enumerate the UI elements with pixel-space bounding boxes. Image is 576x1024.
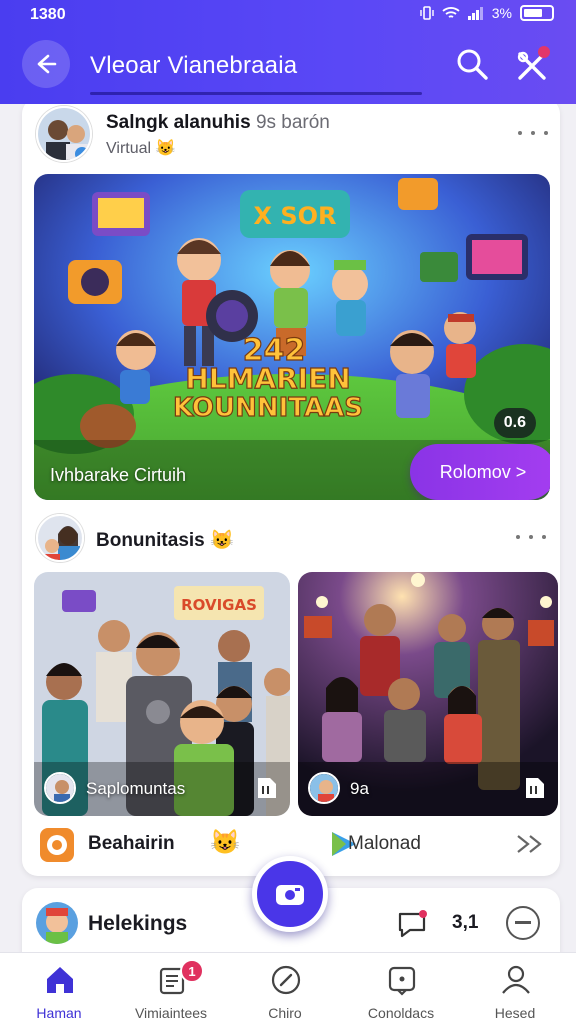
thumb1-sign: ROVIGAS <box>181 596 257 614</box>
thumbnail-avatar[interactable] <box>308 772 340 804</box>
title-underline <box>90 92 422 95</box>
post-subtitle-text: Virtual <box>106 140 152 157</box>
app-icon[interactable] <box>40 828 74 862</box>
nav-badge: 1 <box>180 959 204 983</box>
chevron-right-icon[interactable] <box>514 832 544 856</box>
thumbnail-label: Saplomuntas <box>86 779 186 798</box>
hero-counter: 0.6 <box>493 408 536 438</box>
nav-label: Haman <box>36 1005 82 1021</box>
thumbnail-avatar[interactable] <box>44 772 76 804</box>
vibrate-icon <box>420 6 434 20</box>
nav-item-messages[interactable]: Conoldacs <box>346 961 456 1023</box>
hero-banner-line1: HLMARIEN <box>185 362 350 395</box>
thumbnail-label: 9a <box>350 779 369 798</box>
back-button[interactable] <box>22 40 70 88</box>
back-arrow-icon <box>37 54 57 74</box>
chat-square-icon <box>388 966 416 996</box>
post-header-secondary: Bonunitasis 😺 <box>36 514 546 562</box>
hero-banner-line2: KOUNNITAAS <box>173 393 363 423</box>
post-subtitle: Virtual 😺 <box>106 138 175 158</box>
signal-icon <box>467 7 483 20</box>
nav-item-home[interactable]: Haman <box>4 961 114 1023</box>
more-options-button[interactable] <box>516 530 546 544</box>
compass-icon <box>271 965 301 995</box>
feed[interactable]: Salngk alanuhis 9s barón Virtual 😺 X SOR… <box>0 104 576 952</box>
document-icon[interactable] <box>252 774 280 802</box>
search-icon <box>457 49 488 80</box>
author-name[interactable]: Salngk alanuhis 9s barón <box>106 112 330 134</box>
action-label-secondary[interactable]: Malonad <box>348 833 421 855</box>
app-header: Vleoar Vianebraaia <box>0 36 576 98</box>
author-avatar[interactable] <box>36 106 92 162</box>
post-card: Salngk alanuhis 9s barón Virtual 😺 X SOR… <box>22 104 560 876</box>
thumbnail-footer: 9a <box>308 772 548 806</box>
author-name-text: Salngk alanuhis <box>106 112 251 133</box>
nav-label: Chiro <box>268 1005 302 1021</box>
photo-thumbnail[interactable]: ROVIGAS Saplomuntas <box>34 572 290 816</box>
home-icon <box>47 967 73 993</box>
status-bar: 1380 3% <box>0 0 576 30</box>
search-button[interactable] <box>452 44 492 84</box>
chat-bubble-icon[interactable] <box>394 906 430 942</box>
emoji-icon: 😺 <box>210 530 234 551</box>
author-avatar[interactable] <box>36 902 78 944</box>
emoji-icon: 😺 <box>210 829 240 856</box>
profile-icon <box>502 965 530 994</box>
camera-icon <box>276 885 304 905</box>
top-bar: 1380 3% Vleoar Vianebraaia <box>0 0 576 104</box>
nav-label: Hesed <box>494 1005 536 1021</box>
minus-circle-icon[interactable] <box>506 906 540 940</box>
wifi-icon <box>442 7 460 18</box>
emoji-icon: 😺 <box>155 140 176 157</box>
cta-button[interactable]: Rolomov > <box>410 444 550 500</box>
create-post-button[interactable] <box>252 856 328 932</box>
more-options-button[interactable] <box>518 126 548 140</box>
hero-caption: Ivhbarake Cirtuih <box>50 465 187 485</box>
action-label-primary[interactable]: Beahairin <box>88 833 175 855</box>
thumbnail-footer: Saplomuntas <box>44 772 280 806</box>
hero-image[interactable]: X SOR 242 HLMARIEN KOUNNITAAS Ivhbarake … <box>34 174 550 500</box>
author-name-secondary[interactable]: Bonunitasis 😺 <box>96 528 234 552</box>
author-name-secondary-text: Bonunitasis <box>96 530 205 551</box>
card-title[interactable]: Helekings <box>88 912 187 936</box>
author-suffix: 9s barón <box>255 112 330 133</box>
nav-item-notes[interactable]: 1 Vimiaintees <box>116 959 226 1023</box>
page-title: Vleoar Vianebraaia <box>90 52 298 79</box>
author-avatar-secondary[interactable] <box>36 514 84 562</box>
battery-icon <box>520 5 554 21</box>
status-time: 1380 <box>30 6 66 23</box>
status-icons: 3% <box>420 5 554 21</box>
nav-item-profile[interactable]: Hesed <box>460 961 570 1023</box>
notification-dot <box>538 46 550 58</box>
nav-label: Vimiaintees <box>134 1005 208 1021</box>
photo-thumbnail[interactable]: 9a <box>298 572 558 816</box>
battery-percent: 3% <box>491 5 512 21</box>
bottom-navigation: Haman 1 Vimiaintees Chiro Conoldacs Hese… <box>0 952 576 1024</box>
tools-button[interactable] <box>510 44 554 88</box>
nav-label: Conoldacs <box>367 1005 435 1021</box>
card-count: 3,1 <box>452 912 479 933</box>
hero-banner-top: X SOR <box>253 202 336 230</box>
nav-item-explore[interactable]: Chiro <box>230 961 340 1023</box>
document-icon[interactable] <box>520 774 548 802</box>
